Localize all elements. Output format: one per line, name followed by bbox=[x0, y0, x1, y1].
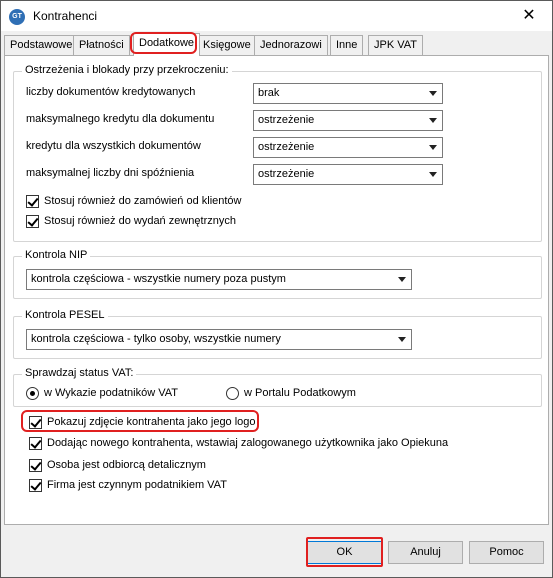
credit-all-docs-label: kredytu dla wszystkich dokumentów bbox=[26, 140, 201, 152]
apply-to-orders-label: Stosuj również do zamówień od klientów bbox=[44, 195, 242, 207]
pesel-group-title: Kontrola PESEL bbox=[22, 309, 108, 321]
radio-button[interactable] bbox=[226, 387, 239, 400]
nip-group-title: Kontrola NIP bbox=[22, 249, 91, 261]
help-button[interactable]: Pomoc bbox=[469, 541, 544, 564]
checkbox-box[interactable] bbox=[29, 459, 42, 472]
pesel-control-group: Kontrola PESEL kontrola częściowa - tylk… bbox=[13, 309, 542, 359]
apply-to-releases-label: Stosuj również do wydań zewnętrznych bbox=[44, 215, 236, 227]
chevron-down-icon bbox=[429, 118, 437, 123]
cancel-button[interactable]: Anuluj bbox=[388, 541, 463, 564]
credit-all-docs-value: ostrzeżenie bbox=[258, 141, 315, 153]
tab-jpk-vat[interactable]: JPK VAT bbox=[368, 35, 423, 55]
vat-group-title: Sprawdzaj status VAT: bbox=[22, 367, 137, 379]
chevron-down-icon bbox=[398, 337, 406, 342]
tax-portal-label: w Portalu Podatkowym bbox=[244, 387, 356, 399]
credit-docs-count-label: liczby dokumentów kredytowanych bbox=[26, 86, 196, 98]
pesel-control-value: kontrola częściowa - tylko osoby, wszyst… bbox=[31, 333, 281, 345]
max-credit-doc-label: maksymalnego kredytu dla dokumentu bbox=[26, 113, 215, 125]
insert-logged-user-label: Dodając nowego kontrahenta, wstawiaj zal… bbox=[47, 437, 449, 449]
close-icon[interactable]: ✕ bbox=[506, 1, 552, 31]
tab-panel-dodatkowe: Ostrzeżenia i blokady przy przekroczeniu… bbox=[4, 55, 549, 525]
credit-docs-count-select[interactable]: brak bbox=[253, 83, 443, 104]
tab-jednorazowi[interactable]: Jednorazowi bbox=[254, 35, 328, 55]
dialog-window: GT Kontrahenci ✕ Podstawowe Płatności Do… bbox=[0, 0, 553, 578]
app-logo-icon: GT bbox=[9, 9, 25, 25]
nip-control-group: Kontrola NIP kontrola częściowa - wszyst… bbox=[13, 249, 542, 299]
active-vat-payer-label: Firma jest czynnym podatnikiem VAT bbox=[47, 479, 227, 491]
max-delay-days-select[interactable]: ostrzeżenie bbox=[253, 164, 443, 185]
credit-docs-count-value: brak bbox=[258, 87, 280, 99]
pesel-control-select[interactable]: kontrola częściowa - tylko osoby, wszyst… bbox=[26, 329, 412, 350]
max-delay-days-label: maksymalnej liczby dni spóźnienia bbox=[26, 167, 195, 179]
max-delay-days-value: ostrzeżenie bbox=[258, 168, 315, 180]
chevron-down-icon bbox=[398, 277, 406, 282]
tab-platnosci[interactable]: Płatności bbox=[73, 35, 130, 55]
retail-recipient-label: Osoba jest odbiorcą detalicznym bbox=[47, 459, 206, 471]
vat-registry-label: w Wykazie podatników VAT bbox=[44, 387, 178, 399]
credit-all-docs-select[interactable]: ostrzeżenie bbox=[253, 137, 443, 158]
chevron-down-icon bbox=[429, 91, 437, 96]
warnings-group-title: Ostrzeżenia i blokady przy przekroczeniu… bbox=[22, 64, 232, 76]
max-credit-doc-value: ostrzeżenie bbox=[258, 114, 315, 126]
vat-status-group: Sprawdzaj status VAT: w Wykazie podatnik… bbox=[13, 367, 542, 407]
radio-button[interactable] bbox=[26, 387, 39, 400]
warnings-group: Ostrzeżenia i blokady przy przekroczeniu… bbox=[13, 64, 542, 242]
chevron-down-icon bbox=[429, 172, 437, 177]
tab-inne[interactable]: Inne bbox=[330, 35, 364, 55]
chevron-down-icon bbox=[429, 145, 437, 150]
tab-ksiegowe[interactable]: Księgowe bbox=[197, 35, 257, 55]
nip-control-value: kontrola częściowa - wszystkie numery po… bbox=[31, 273, 286, 285]
tab-highlight-annotation bbox=[130, 32, 197, 54]
nip-control-select[interactable]: kontrola częściowa - wszystkie numery po… bbox=[26, 269, 412, 290]
checkbox-box[interactable] bbox=[29, 437, 42, 450]
tab-podstawowe[interactable]: Podstawowe bbox=[4, 35, 79, 55]
ok-highlight-annotation bbox=[306, 537, 383, 567]
checkbox-highlight-annotation bbox=[21, 410, 259, 432]
checkbox-box[interactable] bbox=[26, 195, 39, 208]
checkbox-box[interactable] bbox=[26, 215, 39, 228]
title-bar: GT Kontrahenci ✕ bbox=[1, 1, 552, 32]
max-credit-doc-select[interactable]: ostrzeżenie bbox=[253, 110, 443, 131]
checkbox-box[interactable] bbox=[29, 479, 42, 492]
window-title: Kontrahenci bbox=[33, 9, 98, 23]
